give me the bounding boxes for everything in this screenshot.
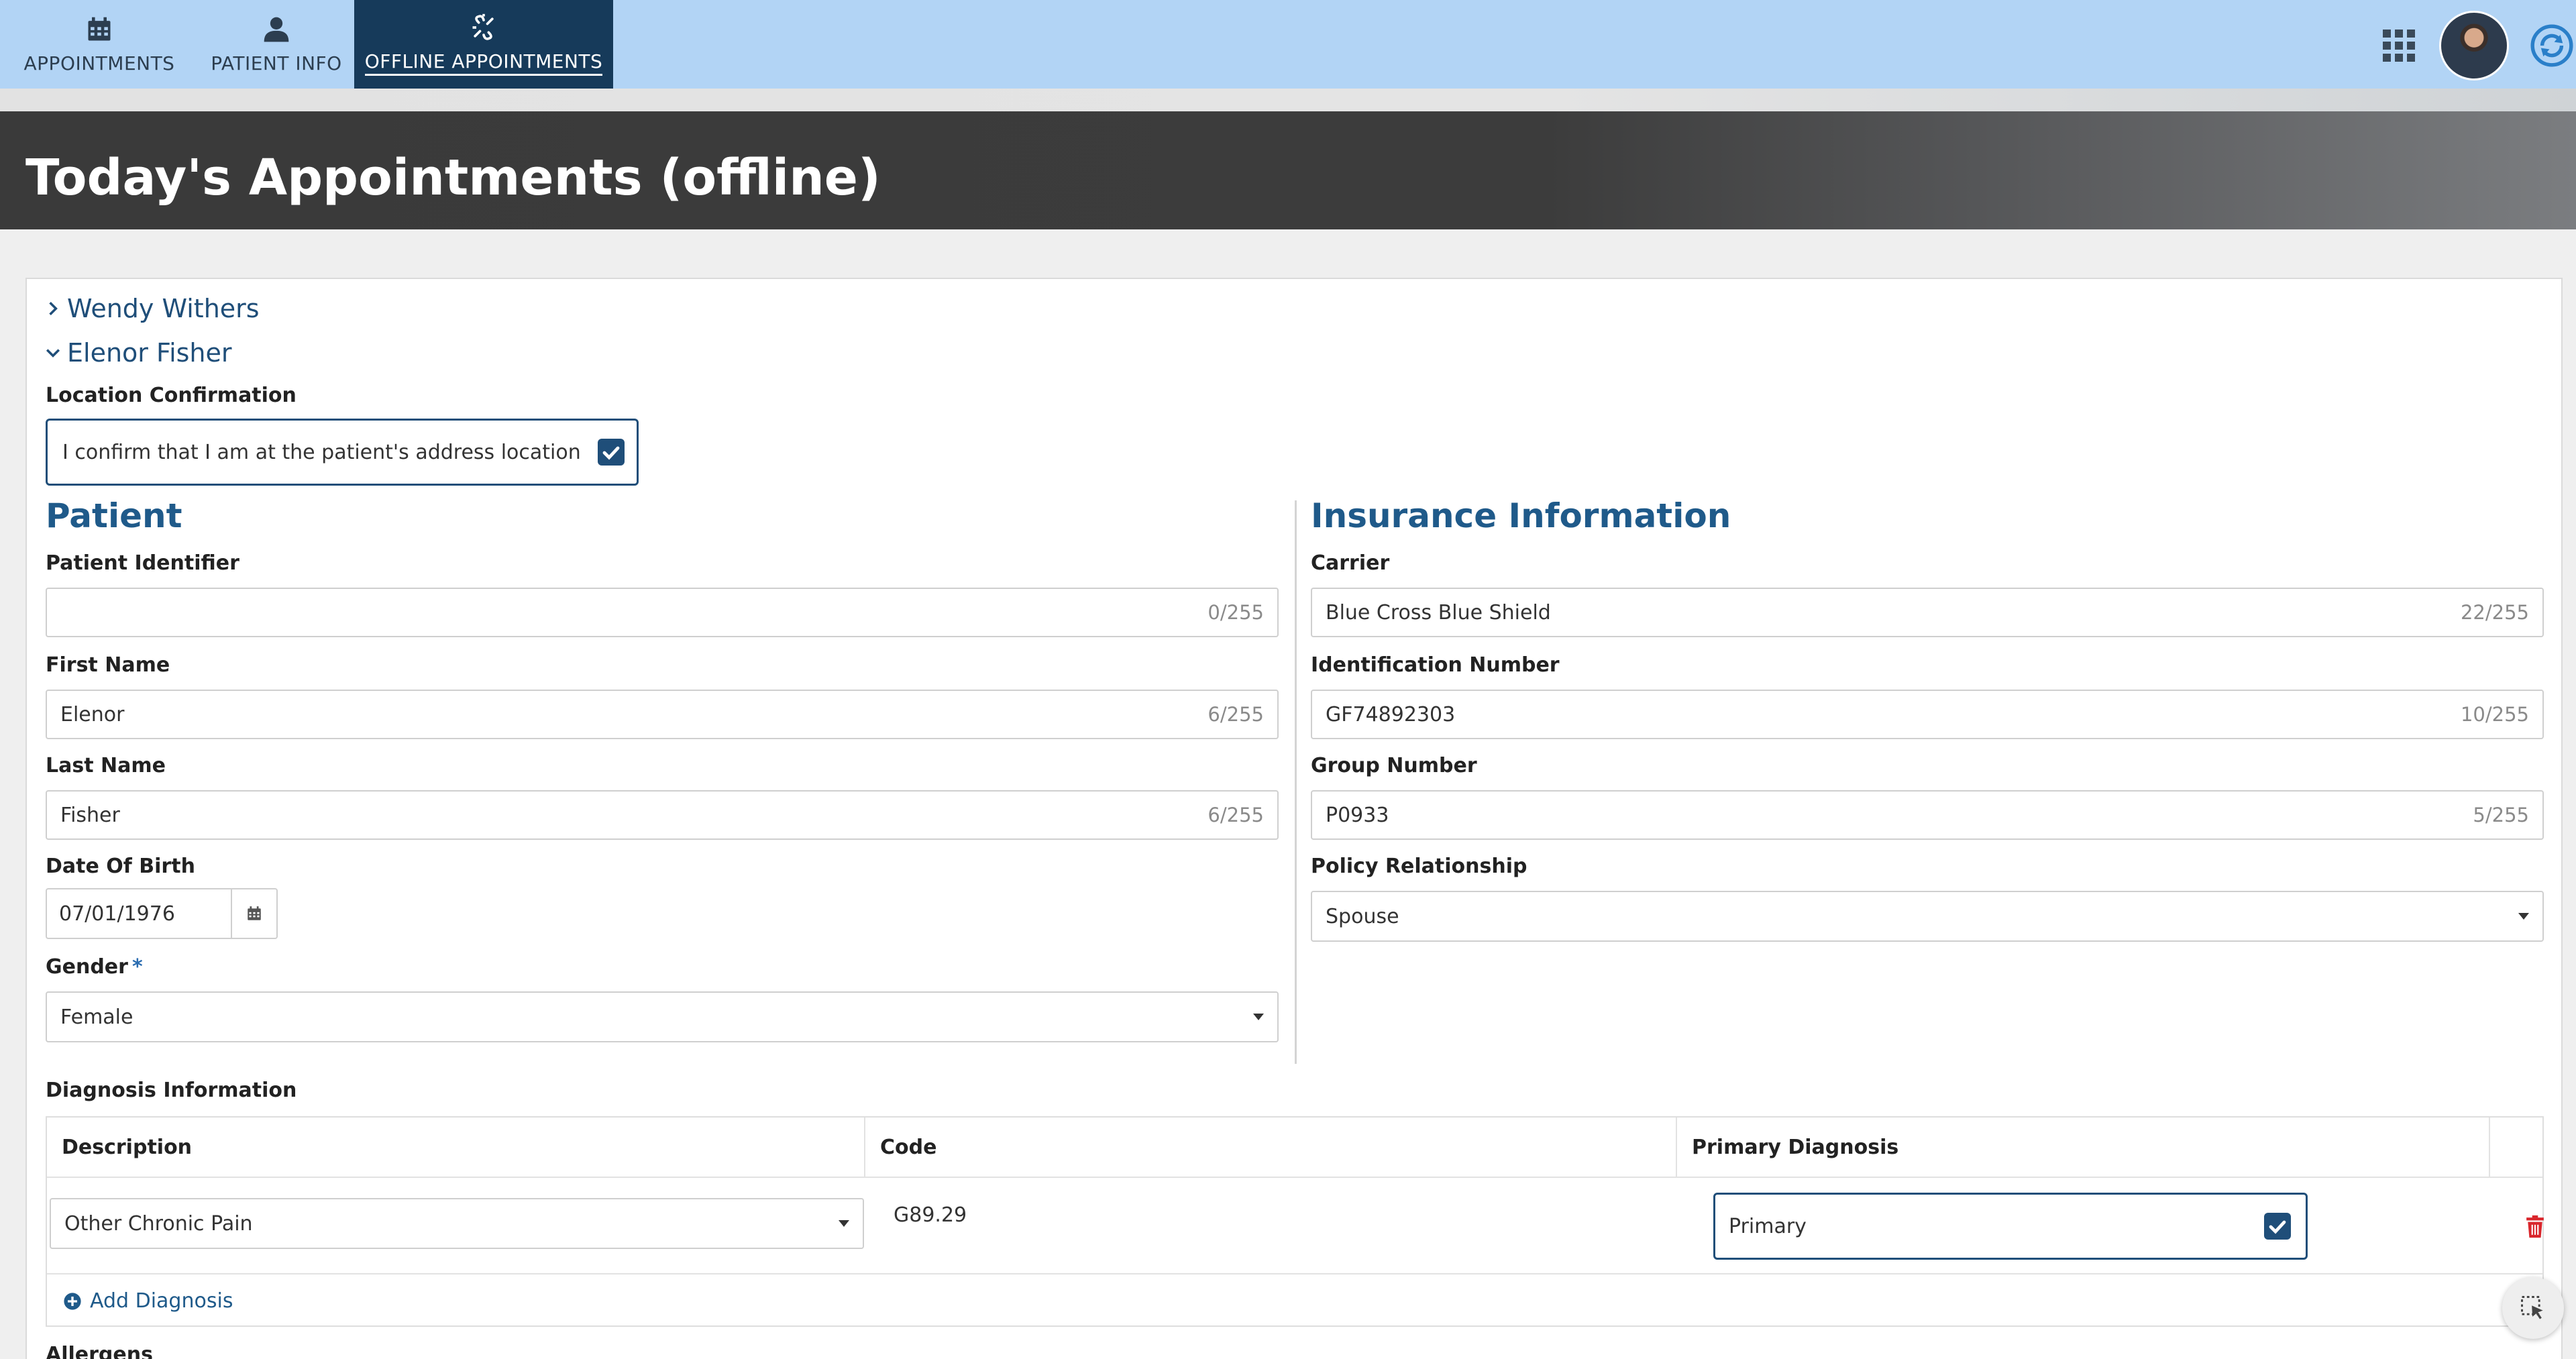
diagnosis-code: G89.29	[894, 1203, 967, 1227]
location-confirmation-text: I confirm that I am at the patient's add…	[62, 440, 581, 464]
nav-offline-appointments[interactable]: OFFLINE APPOINTMENTS	[354, 0, 613, 89]
last-name-value: Fisher	[60, 803, 120, 827]
date-of-birth-value: 07/01/1976	[47, 889, 232, 938]
nav-appointments-label: APPOINTMENTS	[23, 52, 175, 74]
chevron-down-icon	[46, 349, 60, 358]
first-name-input[interactable]: Elenor 6/255	[46, 690, 1279, 739]
caret-down-icon	[2518, 913, 2529, 920]
apps-grid-icon[interactable]	[2383, 30, 2415, 62]
column-header-primary-diagnosis: Primary Diagnosis	[1677, 1118, 2490, 1177]
carrier-input[interactable]: Blue Cross Blue Shield 22/255	[1311, 588, 2544, 637]
sync-status-icon[interactable]	[2528, 21, 2576, 70]
description-value: Other Chronic Pain	[64, 1211, 253, 1236]
identification-number-label: Identification Number	[1311, 653, 1560, 677]
appointment-card: Wendy Withers Elenor Fisher Location Con…	[25, 278, 2563, 1359]
nav-patient-info-label: PATIENT INFO	[211, 52, 342, 74]
column-header-description: Description	[47, 1118, 865, 1177]
accordion-elenor-fisher[interactable]: Elenor Fisher	[46, 338, 232, 368]
add-diagnosis-label: Add Diagnosis	[90, 1289, 233, 1313]
location-confirmation-checkbox-row[interactable]: I confirm that I am at the patient's add…	[46, 419, 639, 486]
last-name-count: 6/255	[1208, 804, 1264, 826]
insurance-section-title: Insurance Information	[1311, 496, 1731, 535]
diagnosis-table: Description Code Primary Diagnosis Other…	[46, 1116, 2544, 1327]
group-number-value: P0933	[1326, 803, 1389, 827]
calendar-icon	[88, 17, 111, 40]
description-select[interactable]: Other Chronic Pain	[50, 1198, 864, 1249]
calendar-icon	[248, 906, 261, 920]
nav-offline-appointments-label: OFFLINE APPOINTMENTS	[364, 50, 603, 76]
offline-link-icon	[472, 13, 494, 40]
patient-identifier-count: 0/255	[1208, 601, 1264, 624]
floating-select-tool-button[interactable]	[2502, 1277, 2564, 1339]
patient-name-collapsed: Wendy Withers	[67, 294, 260, 323]
top-navigation: APPOINTMENTS PATIENT INFO OFFLINE APPOIN…	[0, 0, 2576, 89]
patient-section-title: Patient	[46, 496, 182, 535]
policy-relationship-label: Policy Relationship	[1311, 855, 1527, 878]
checkmark-icon	[602, 446, 620, 460]
gender-value: Female	[60, 1005, 133, 1029]
diagnosis-information-label: Diagnosis Information	[46, 1079, 297, 1102]
first-name-value: Elenor	[60, 702, 125, 726]
checkmark-icon	[2269, 1220, 2286, 1234]
identification-number-count: 10/255	[2460, 703, 2529, 726]
group-number-input[interactable]: P0933 5/255	[1311, 790, 2544, 840]
patient-identifier-label: Patient Identifier	[46, 551, 239, 575]
group-number-count: 5/255	[2473, 804, 2529, 826]
trash-icon[interactable]	[2525, 1214, 2545, 1238]
gender-select[interactable]: Female	[46, 991, 1279, 1042]
column-divider	[1295, 500, 1297, 1064]
first-name-count: 6/255	[1208, 703, 1264, 726]
location-confirmation-checkbox[interactable]	[598, 439, 625, 466]
identification-number-input[interactable]: GF74892303 10/255	[1311, 690, 2544, 739]
page-header-banner: Today's Appointments (offline)	[0, 89, 2576, 229]
carrier-count: 22/255	[2460, 601, 2529, 624]
group-number-label: Group Number	[1311, 754, 1477, 777]
last-name-label: Last Name	[46, 754, 166, 777]
required-mark: *	[131, 955, 143, 979]
location-confirmation-label: Location Confirmation	[46, 384, 297, 407]
date-picker-button[interactable]	[232, 889, 276, 938]
date-of-birth-label: Date Of Birth	[46, 855, 195, 878]
caret-down-icon	[1253, 1014, 1264, 1020]
last-name-input[interactable]: Fisher 6/255	[46, 790, 1279, 840]
gender-label: Gender *	[46, 955, 143, 979]
page-title: Today's Appointments (offline)	[25, 149, 881, 207]
nav-patient-info[interactable]: PATIENT INFO	[199, 0, 354, 89]
column-header-code: Code	[865, 1118, 1677, 1177]
primary-diagnosis-checkbox[interactable]	[2264, 1213, 2291, 1240]
date-of-birth-input[interactable]: 07/01/1976	[46, 888, 278, 939]
cursor-select-icon	[2521, 1296, 2543, 1319]
first-name-label: First Name	[46, 653, 170, 677]
gender-label-text: Gender	[46, 955, 128, 979]
carrier-label: Carrier	[1311, 551, 1390, 575]
add-diagnosis-button[interactable]: Add Diagnosis	[63, 1289, 233, 1313]
primary-diagnosis-text: Primary	[1729, 1214, 1807, 1238]
user-avatar[interactable]	[2439, 11, 2509, 80]
caret-down-icon	[839, 1220, 849, 1227]
nav-appointments[interactable]: APPOINTMENTS	[0, 0, 199, 89]
plus-circle-icon	[64, 1292, 81, 1310]
carrier-value: Blue Cross Blue Shield	[1326, 600, 1551, 624]
chevron-right-icon	[49, 301, 58, 316]
person-icon	[264, 17, 289, 42]
policy-relationship-select[interactable]: Spouse	[1311, 891, 2544, 942]
patient-identifier-input[interactable]: 0/255	[46, 588, 1279, 637]
accordion-wendy-withers[interactable]: Wendy Withers	[46, 294, 260, 323]
patient-name-expanded: Elenor Fisher	[67, 338, 232, 368]
policy-relationship-value: Spouse	[1326, 904, 1399, 928]
allergens-label: Allergens	[46, 1343, 153, 1359]
primary-diagnosis-checkbox-row[interactable]: Primary	[1713, 1193, 2308, 1260]
identification-number-value: GF74892303	[1326, 702, 1456, 726]
